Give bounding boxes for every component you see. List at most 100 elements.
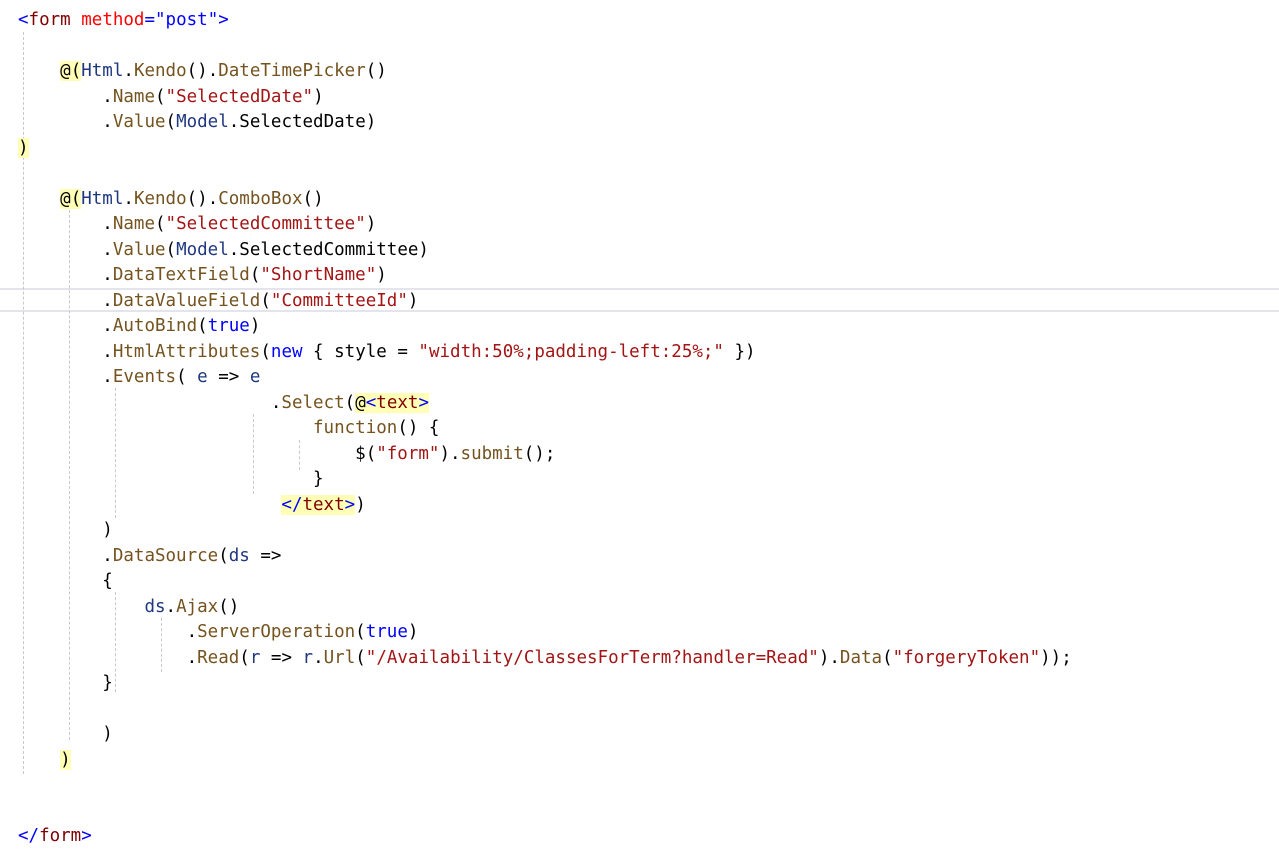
code-token: ds [228, 545, 250, 566]
code-line[interactable]: ) [18, 722, 113, 747]
code-line[interactable]: function() { [18, 416, 439, 441]
code-token: Kendo [133, 188, 187, 209]
code-token: > [218, 10, 229, 30]
code-token: Model [176, 239, 229, 260]
code-token: Read [197, 647, 240, 668]
code-token: Html [81, 61, 124, 81]
code-token: Value [112, 239, 166, 260]
code-line[interactable]: ) [18, 748, 71, 773]
code-token: ) [365, 214, 377, 234]
code-editor[interactable]: <form method="post"> @(Html.Kendo().Date… [0, 0, 1279, 859]
code-token: ) [376, 265, 387, 285]
code-token: () { [397, 418, 440, 438]
code-token: ( [218, 545, 229, 566]
code-token: . [270, 392, 282, 413]
code-token: . [102, 290, 113, 311]
code-token: . [186, 647, 198, 668]
code-line[interactable]: ) [18, 518, 113, 543]
code-line[interactable]: .DataSource(ds => [18, 544, 281, 569]
code-token: @( [60, 188, 82, 209]
code-token: ( [260, 290, 271, 311]
code-token: "SelectedDate" [165, 86, 314, 107]
code-line[interactable]: </form> [18, 824, 92, 849]
code-token: ) [407, 622, 419, 642]
code-line[interactable]: </text>) [18, 493, 366, 518]
code-token: . [102, 316, 113, 336]
code-line[interactable]: $("form").submit(); [18, 442, 555, 467]
code-token: ( [344, 392, 356, 413]
code-token: "form" [376, 443, 440, 464]
code-token: $( [355, 443, 377, 464]
code-line[interactable]: .AutoBind(true) [18, 314, 260, 339]
code-line[interactable]: .Events( e => e [18, 365, 260, 390]
code-token: Select [281, 392, 345, 413]
code-line[interactable]: .HtmlAttributes(new { style = "width:50%… [18, 340, 756, 365]
code-token: ( [155, 214, 166, 234]
code-token: . [102, 545, 113, 566]
code-token: () [365, 61, 387, 81]
code-line[interactable]: .DataTextField("ShortName") [18, 263, 387, 288]
code-token: DataValueField [112, 290, 261, 311]
code-line[interactable]: <form method="post"> [18, 8, 229, 33]
code-token: ( [197, 316, 208, 336]
code-token: (); [523, 443, 556, 464]
code-token: ( [260, 341, 271, 362]
code-line[interactable]: ) [18, 136, 29, 161]
code-token: ( [355, 622, 366, 642]
code-token: "forgeryToken" [892, 647, 1041, 668]
code-line[interactable]: .Select(@<text> [18, 391, 429, 416]
code-token: method [81, 10, 145, 30]
code-token: > [81, 826, 92, 846]
code-token: ds [144, 596, 166, 617]
code-token: submit [460, 443, 524, 464]
code-token: () [302, 188, 324, 209]
code-token: (). [186, 61, 219, 81]
code-line[interactable]: .Name("SelectedDate") [18, 85, 324, 110]
code-token: { [102, 571, 113, 591]
code-line[interactable]: .DataValueField("CommitteeId") [18, 289, 418, 314]
code-token: . [102, 341, 113, 362]
code-token: Model [176, 112, 229, 132]
code-token: </ [18, 826, 40, 846]
code-token: .SelectedCommittee) [228, 239, 429, 260]
code-line[interactable]: ds.Ajax() [18, 595, 239, 620]
code-token: . [102, 265, 113, 285]
code-line[interactable]: .Value(Model.SelectedDate) [18, 110, 376, 135]
code-token: ) [249, 316, 261, 336]
code-token: ) [313, 86, 324, 107]
code-token: . [186, 622, 198, 642]
code-token: DateTimePicker [218, 61, 366, 81]
code-token: form [39, 826, 82, 846]
code-token: }) [723, 341, 756, 362]
code-token: Value [112, 112, 166, 132]
code-line[interactable]: .ServerOperation(true) [18, 620, 419, 645]
code-line[interactable]: @(Html.Kendo().ComboBox() [18, 187, 324, 212]
code-token: "ShortName" [260, 265, 377, 285]
code-line[interactable]: @(Html.Kendo().DateTimePicker() [18, 59, 387, 84]
code-line[interactable]: .Value(Model.SelectedCommittee) [18, 238, 429, 263]
code-line[interactable]: .Name("SelectedCommittee") [18, 212, 376, 237]
code-token: ) [407, 290, 419, 311]
code-token: .SelectedDate) [228, 112, 377, 132]
code-line[interactable]: } [18, 671, 113, 696]
code-token: ( [239, 647, 250, 668]
code-token: HtmlAttributes [112, 341, 261, 362]
code-line[interactable]: .Read(r => r.Url("/Availability/ClassesF… [18, 646, 1072, 671]
code-token: Ajax [176, 596, 219, 617]
code-token: ) [18, 137, 29, 158]
code-token: ). [818, 647, 840, 668]
code-token: e [249, 367, 261, 387]
code-line[interactable]: } [18, 467, 324, 492]
code-line[interactable]: { [18, 569, 113, 594]
